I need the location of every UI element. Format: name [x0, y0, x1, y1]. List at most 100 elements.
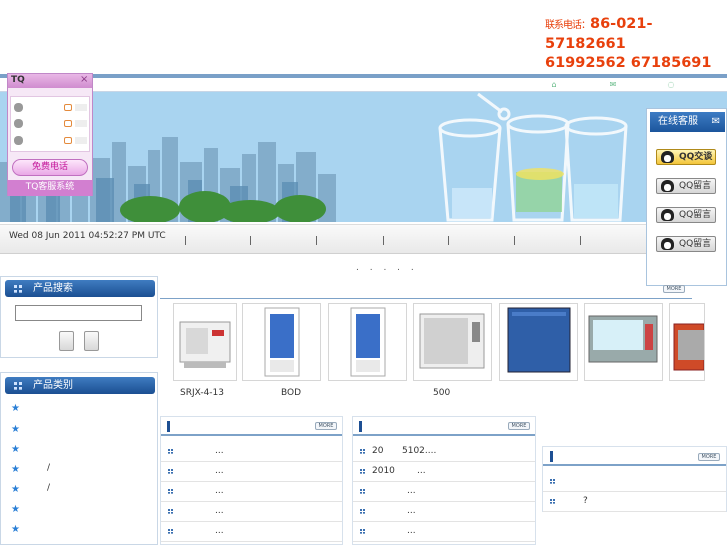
news-row-text: ...	[407, 506, 416, 516]
star-icon: ★	[11, 403, 20, 414]
qq-penguin-icon	[661, 209, 674, 221]
product-thumbnail[interactable]	[413, 303, 492, 381]
home-icon[interactable]: ⌂	[549, 80, 559, 89]
qq-chat-label: QQ交谈	[679, 152, 713, 162]
news-row-date: 20	[372, 446, 384, 456]
qq-penguin-icon	[661, 180, 674, 192]
news-row-text: ?	[583, 496, 588, 506]
status-icon	[75, 104, 87, 111]
news-row-text: ...	[407, 526, 416, 536]
tq-header: TQ ×	[8, 74, 92, 88]
more-button[interactable]: MORE	[508, 422, 530, 430]
tq-contact-row[interactable]	[13, 136, 89, 148]
separator	[185, 236, 186, 245]
news-row[interactable]: 2010...	[353, 462, 535, 482]
bullet-icon	[550, 479, 555, 484]
close-icon[interactable]: ×	[80, 74, 88, 85]
news-row[interactable]: ...	[161, 442, 342, 462]
product-label: 500	[433, 388, 451, 398]
separator	[316, 236, 317, 245]
user-icon	[14, 136, 23, 145]
news-row-text: ...	[417, 466, 426, 476]
product-thumbnail[interactable]	[669, 303, 705, 381]
news-row[interactable]: ...	[161, 502, 342, 522]
news-row[interactable]: ...	[353, 482, 535, 502]
news-row[interactable]: ...	[161, 462, 342, 482]
separator	[580, 236, 581, 245]
news-column-header: MORE	[161, 417, 342, 436]
qq-message-button[interactable]: QQ留言	[656, 178, 716, 194]
product-category-header: 产品类别	[5, 377, 155, 394]
product-thumbnail[interactable]	[499, 303, 578, 381]
news-column-1: MORE ... ... ... ... ...	[160, 416, 343, 545]
news-row-text: ...	[215, 506, 224, 516]
qq-chat-button[interactable]: QQ交谈	[656, 149, 716, 165]
product-strip-header	[160, 282, 692, 299]
header-marker	[167, 421, 170, 432]
bullet-icon	[168, 509, 173, 514]
more-button[interactable]: MORE	[663, 285, 685, 293]
bullet-icon	[168, 449, 173, 454]
grid-icon	[14, 285, 22, 293]
news-row-text: ...	[215, 486, 224, 496]
category-item[interactable]: /	[47, 483, 50, 493]
category-item[interactable]: /	[47, 463, 50, 473]
mail-icon: ✉	[711, 116, 720, 127]
reset-button[interactable]	[84, 331, 99, 351]
phone-prefix: 联系电话：	[545, 20, 591, 31]
tq-contact-row[interactable]	[13, 103, 89, 115]
user-icon	[14, 119, 23, 128]
banner-image	[0, 92, 727, 222]
news-row[interactable]: ...	[161, 522, 342, 542]
service-title-text: 在线客服	[658, 116, 698, 127]
more-button[interactable]: MORE	[315, 422, 337, 430]
news-column-header: MORE	[353, 417, 535, 436]
tq-contact-row[interactable]	[13, 119, 89, 131]
star-icon: ★	[11, 484, 20, 495]
news-row[interactable]	[543, 472, 726, 492]
status-icon	[75, 137, 87, 144]
free-call-button[interactable]: 免费电话	[12, 159, 88, 176]
star-icon: ★	[11, 504, 20, 515]
marquee-dots: . . . . .	[356, 263, 418, 273]
news-column-3: MORE ?	[542, 446, 727, 512]
more-button[interactable]: MORE	[698, 453, 720, 461]
user-icon	[14, 103, 23, 112]
tq-widget: TQ × 免费电话 TQ客服系统	[7, 73, 93, 196]
star-icon: ★	[11, 444, 20, 455]
search-button[interactable]	[59, 331, 74, 351]
bullet-icon	[360, 509, 365, 514]
product-search-title: 产品搜索	[33, 283, 73, 294]
product-thumbnail[interactable]	[173, 303, 237, 381]
status-icon	[75, 120, 87, 127]
qq-penguin-icon	[661, 151, 674, 163]
qq-message-button[interactable]: QQ留言	[656, 236, 716, 252]
news-row-text: ...	[215, 446, 224, 456]
chat-icon[interactable]: ◌	[666, 80, 676, 89]
grid-icon	[14, 382, 22, 390]
product-label: BOD	[281, 388, 302, 398]
product-search-header: 产品搜索	[5, 280, 155, 297]
bullet-icon	[168, 469, 173, 474]
message-icon	[64, 120, 72, 127]
product-thumbnail[interactable]	[328, 303, 407, 381]
news-row[interactable]: ...	[353, 502, 535, 522]
bullet-icon	[360, 449, 365, 454]
current-datetime: Wed 08 Jun 2011 04:52:27 PM UTC	[9, 231, 166, 241]
qq-message-label: QQ留言	[679, 210, 712, 220]
separator	[383, 236, 384, 245]
star-icon: ★	[11, 424, 20, 435]
news-row[interactable]: ?	[543, 492, 726, 512]
news-row[interactable]: 20 5102....	[353, 442, 535, 462]
mail-icon[interactable]: ✉	[608, 80, 618, 89]
news-row[interactable]: ...	[353, 522, 535, 542]
service-title: 在线客服 ✉	[650, 112, 725, 132]
news-row-date: 2010	[372, 466, 395, 476]
qq-message-label: QQ留言	[679, 239, 712, 249]
product-thumbnail[interactable]	[584, 303, 663, 381]
news-row[interactable]: ...	[161, 482, 342, 502]
bullet-icon	[360, 469, 365, 474]
search-input[interactable]	[15, 305, 142, 321]
product-thumbnail[interactable]	[242, 303, 321, 381]
qq-message-button[interactable]: QQ留言	[656, 207, 716, 223]
